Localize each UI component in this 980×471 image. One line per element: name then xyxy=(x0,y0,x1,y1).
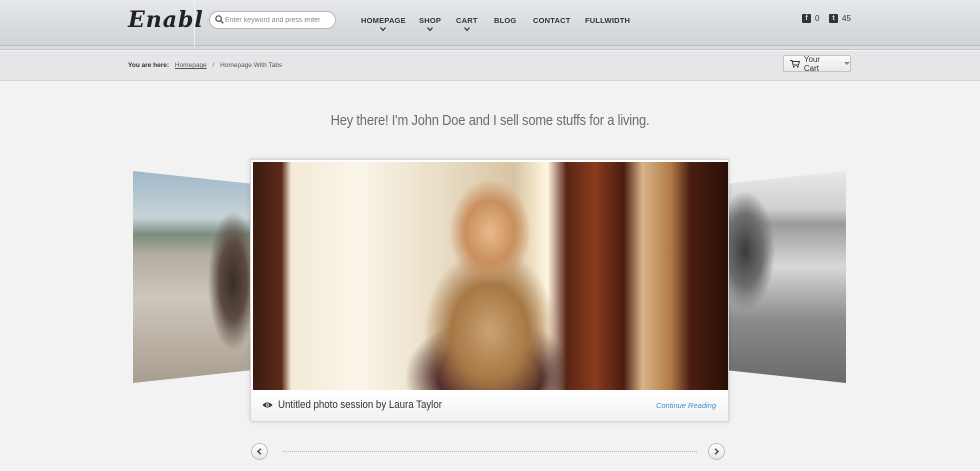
breadcrumb: You are here: Homepage / Homepage With T… xyxy=(128,62,282,69)
facebook-icon: f xyxy=(802,14,811,23)
breadcrumb-prefix: You are here: xyxy=(128,62,170,69)
twitter-count: 45 xyxy=(842,14,851,23)
chevron-down-icon xyxy=(427,27,433,32)
carousel-prev-slide-image[interactable] xyxy=(133,171,251,383)
slide-title[interactable]: Untitled photo session by Laura Taylor xyxy=(278,399,442,411)
logo-divider xyxy=(194,0,195,46)
nav-item-homepage[interactable]: HOMEPAGE xyxy=(361,16,406,32)
search-box xyxy=(209,11,336,29)
chevron-left-icon xyxy=(256,448,262,455)
facebook-link[interactable]: f 0 xyxy=(802,14,819,23)
nav-item-shop[interactable]: SHOP xyxy=(419,16,442,32)
your-cart-button[interactable]: Your Cart xyxy=(783,54,851,73)
chevron-down-icon xyxy=(463,27,470,32)
carousel-active-slide: Untitled photo session by Laura Taylor C… xyxy=(250,159,729,422)
site-header: Enabl HOMEPAGE SHOP CART BLOG CONTACT FU… xyxy=(0,0,980,46)
header-divider xyxy=(0,46,980,50)
nav-item-label: BLOG xyxy=(494,16,517,25)
carousel-track xyxy=(283,451,697,452)
chevron-right-icon xyxy=(714,448,720,455)
caret-down-icon xyxy=(844,62,850,65)
carousel-next-slide-image[interactable] xyxy=(727,171,846,383)
nav-item-label: CART xyxy=(456,16,478,25)
breadcrumb-home-link[interactable]: Homepage xyxy=(175,62,207,69)
nav-item-fullwidth[interactable]: FULLWIDTH xyxy=(585,16,630,25)
cart-icon xyxy=(790,59,800,68)
search-icon xyxy=(215,15,224,24)
chevron-down-icon xyxy=(380,27,387,32)
breadcrumb-separator: / xyxy=(212,62,215,69)
site-logo[interactable]: Enabl xyxy=(128,7,204,33)
nav-item-cart[interactable]: CART xyxy=(456,16,478,32)
slide-caption: Untitled photo session by Laura Taylor C… xyxy=(251,391,728,421)
carousel-prev-button[interactable] xyxy=(251,443,268,460)
search-input[interactable] xyxy=(225,13,333,27)
nav-item-label: SHOP xyxy=(419,16,442,25)
nav-item-label: HOMEPAGE xyxy=(361,16,406,25)
nav-item-label: FULLWIDTH xyxy=(585,16,631,25)
cart-label: Your Cart xyxy=(803,54,821,73)
breadcrumb-current: Homepage With Tabs xyxy=(220,62,283,69)
twitter-link[interactable]: t 45 xyxy=(829,14,851,23)
continue-reading-link[interactable]: Continue Reading xyxy=(656,401,716,410)
nav-item-contact[interactable]: CONTACT xyxy=(533,16,571,25)
nav-item-blog[interactable]: BLOG xyxy=(494,16,516,25)
carousel-next-button[interactable] xyxy=(708,443,725,460)
nav-item-label: CONTACT xyxy=(533,16,571,25)
hero-headline: Hey there! I'm John Doe and I sell some … xyxy=(330,112,650,129)
slide-photo[interactable] xyxy=(253,162,728,390)
eye-icon xyxy=(262,402,273,408)
facebook-count: 0 xyxy=(815,14,820,23)
twitter-icon: t xyxy=(829,14,838,23)
